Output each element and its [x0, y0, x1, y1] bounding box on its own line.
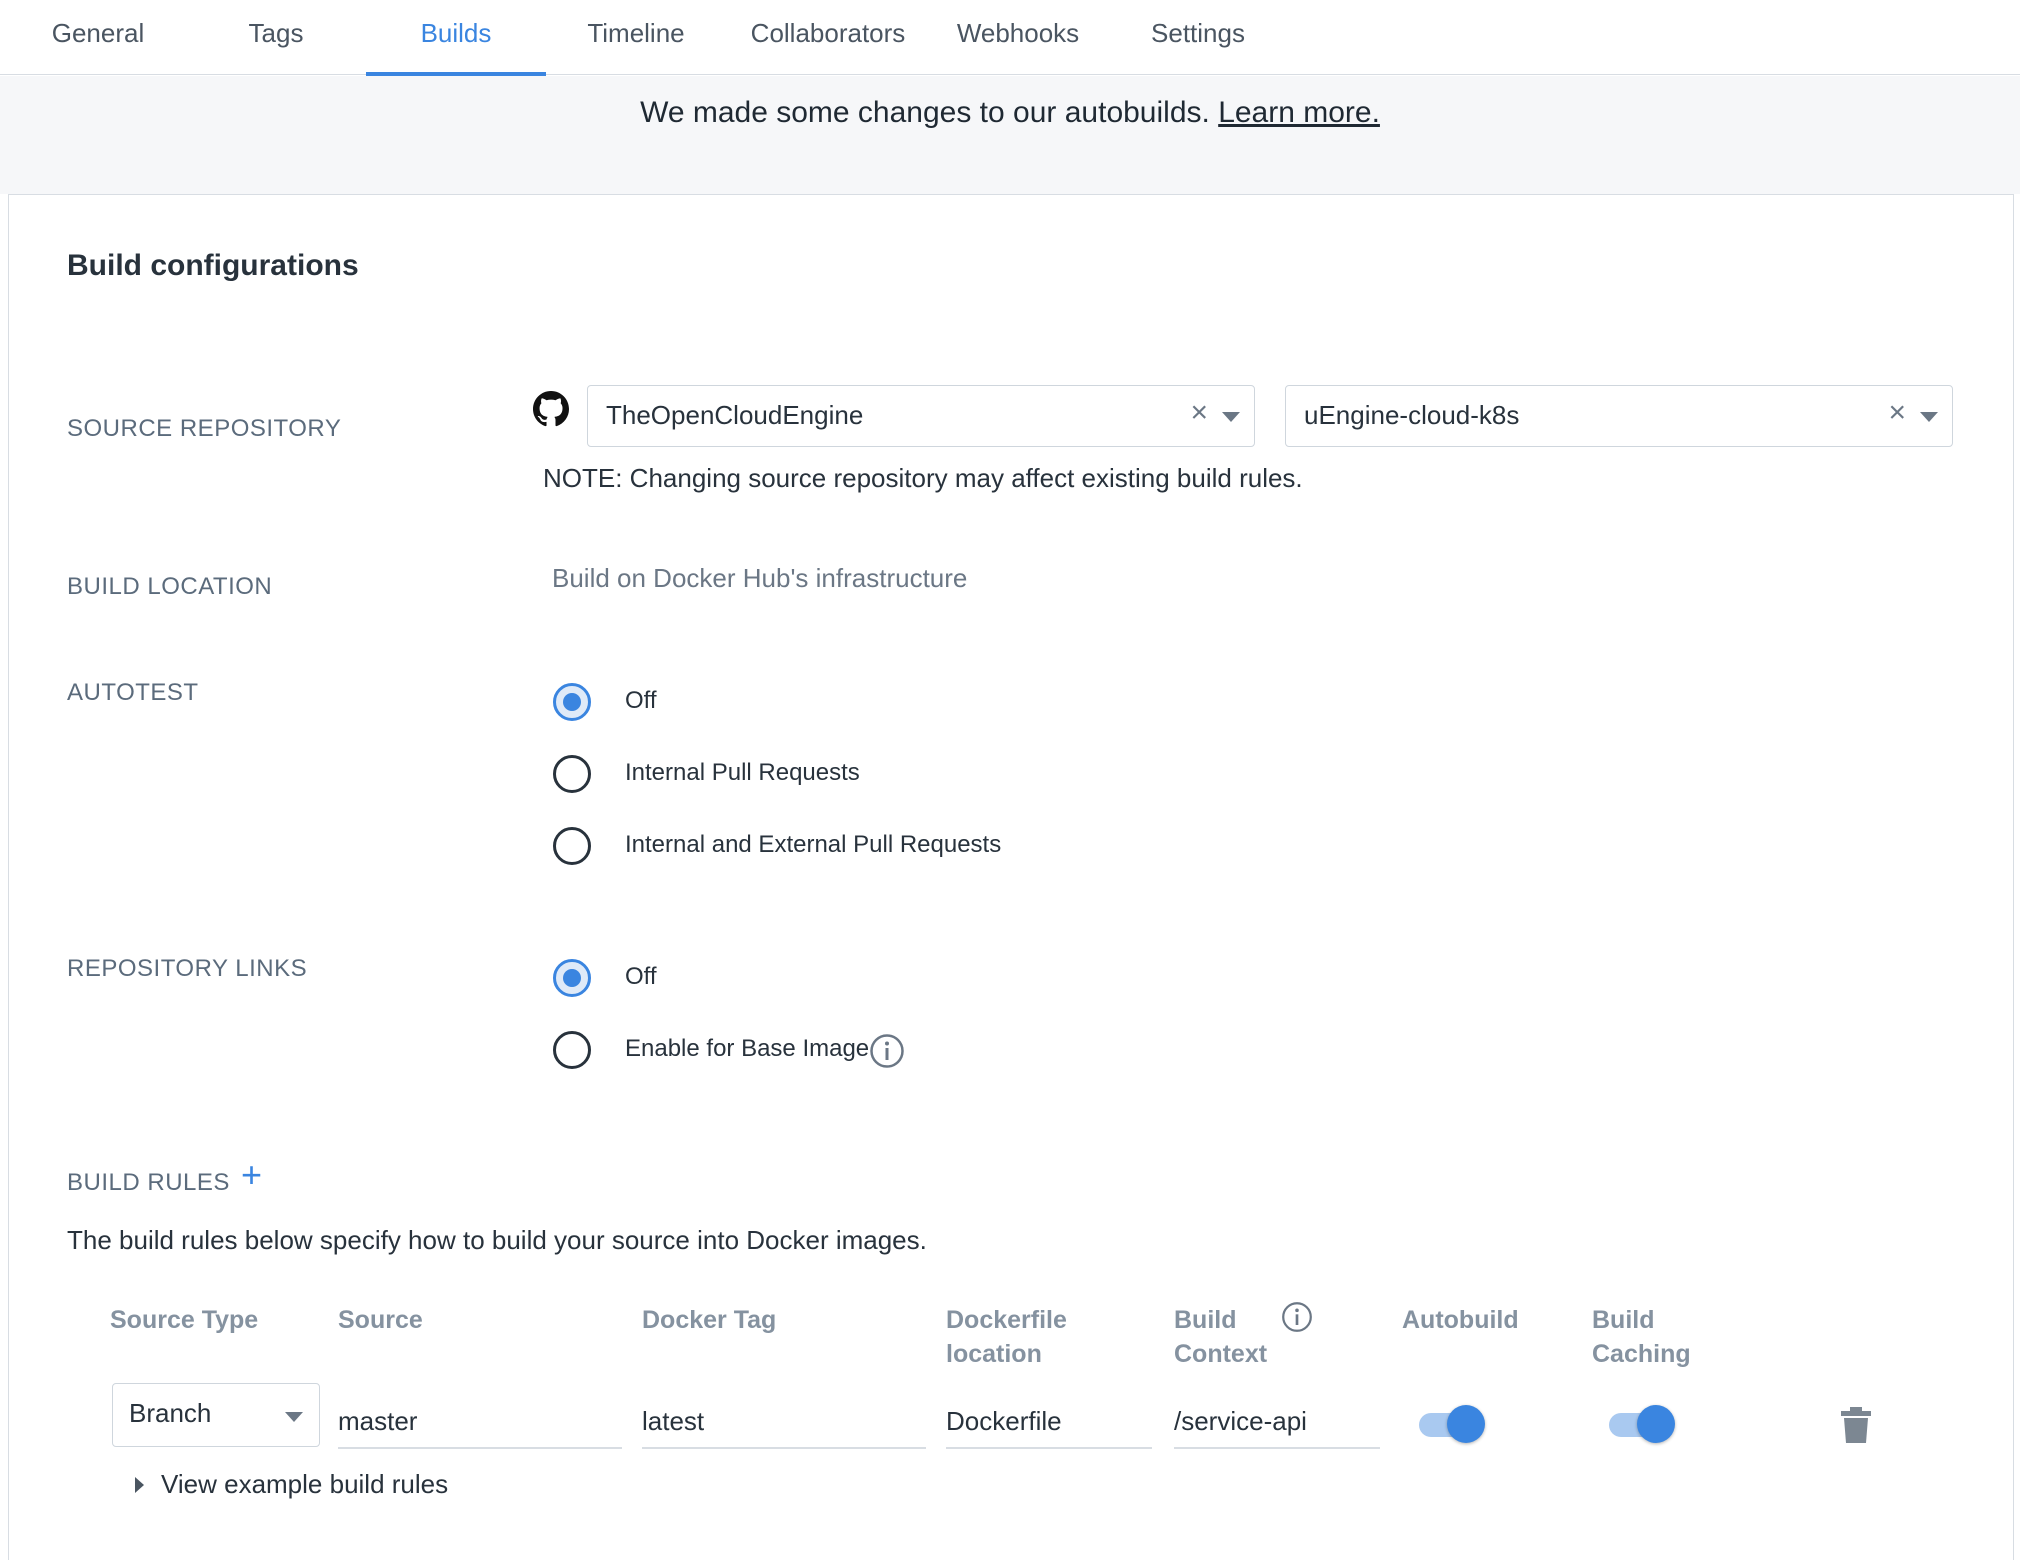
announcement-banner: We made some changes to our autobuilds. … — [0, 76, 2020, 194]
autobuild-toggle[interactable] — [1419, 1405, 1485, 1445]
tab-collaborators[interactable]: Collaborators — [740, 0, 916, 75]
radio-label: Enable for Base Image — [625, 1035, 870, 1062]
caret-down-icon[interactable] — [1222, 412, 1240, 422]
toggle-knob — [1637, 1405, 1675, 1443]
tab-tags[interactable]: Tags — [220, 0, 332, 75]
header-source: Source — [338, 1306, 423, 1334]
radio-button[interactable] — [553, 827, 591, 865]
radio-label: Off — [625, 687, 657, 714]
radio-button[interactable] — [553, 755, 591, 793]
docker-tag-input[interactable] — [642, 1395, 926, 1449]
header-source-type: Source Type — [110, 1306, 259, 1334]
banner-text: We made some changes to our autobuilds. — [640, 96, 1210, 129]
header-text: Context — [1174, 1340, 1268, 1368]
header-build-caching: Build Caching — [1592, 1303, 1691, 1371]
card-title: Build configurations — [67, 249, 359, 282]
repository-links-label: REPOSITORY LINKS — [67, 955, 308, 982]
caret-right-icon — [135, 1477, 144, 1493]
radio-label: Internal Pull Requests — [625, 759, 860, 786]
info-icon[interactable] — [869, 1033, 905, 1069]
tab-general[interactable]: General — [38, 0, 158, 75]
tab-settings[interactable]: Settings — [1142, 0, 1254, 75]
plus-icon[interactable]: + — [241, 1157, 262, 1193]
radio-button[interactable] — [553, 683, 591, 721]
banner-message: We made some changes to our autobuilds. … — [0, 96, 2020, 130]
repository-select[interactable]: uEngine-cloud-k8s × — [1285, 385, 1953, 447]
tab-webhooks[interactable]: Webhooks — [950, 0, 1086, 75]
close-icon[interactable]: × — [1888, 396, 1906, 430]
tab-timeline[interactable]: Timeline — [578, 0, 694, 75]
header-build-context: Build Context — [1174, 1303, 1267, 1371]
header-docker-tag: Docker Tag — [642, 1306, 777, 1334]
tab-bar: General Tags Builds Timeline Collaborato… — [0, 0, 2020, 76]
build-location-label: BUILD LOCATION — [67, 573, 273, 600]
build-rules-label: BUILD RULES — [67, 1169, 230, 1196]
organization-select[interactable]: TheOpenCloudEngine × — [587, 385, 1255, 447]
header-text: Build — [1592, 1306, 1655, 1334]
source-type-value: Branch — [129, 1398, 212, 1428]
trash-icon[interactable] — [1841, 1407, 1871, 1443]
build-caching-toggle[interactable] — [1609, 1405, 1675, 1445]
header-text: location — [946, 1340, 1042, 1368]
autotest-label: AUTOTEST — [67, 679, 199, 706]
header-text: Build — [1174, 1306, 1237, 1334]
toggle-knob — [1447, 1405, 1485, 1443]
header-autobuild: Autobuild — [1402, 1306, 1519, 1334]
view-examples-label: View example build rules — [161, 1469, 449, 1499]
header-text: Dockerfile — [946, 1306, 1067, 1334]
learn-more-link[interactable]: Learn more. — [1218, 96, 1380, 129]
source-repository-label: SOURCE REPOSITORY — [67, 415, 342, 442]
radio-button[interactable] — [553, 959, 591, 997]
radio-label: Off — [625, 963, 657, 990]
info-icon[interactable] — [1281, 1301, 1313, 1333]
close-icon[interactable]: × — [1190, 396, 1208, 430]
caret-down-icon[interactable] — [285, 1412, 303, 1422]
source-input[interactable] — [338, 1395, 622, 1449]
build-rules-description: The build rules below specify how to bui… — [67, 1225, 927, 1255]
tab-builds[interactable]: Builds — [366, 0, 546, 76]
build-location-value: Build on Docker Hub's infrastructure — [552, 563, 968, 593]
dockerfile-location-input[interactable] — [946, 1395, 1152, 1449]
organization-value: TheOpenCloudEngine — [606, 400, 864, 430]
radio-button[interactable] — [553, 1031, 591, 1069]
source-type-select[interactable]: Branch — [112, 1383, 320, 1447]
build-configurations-card: Build configurations SOURCE REPOSITORY T… — [8, 194, 2014, 1560]
repository-value: uEngine-cloud-k8s — [1304, 400, 1520, 430]
github-icon — [533, 391, 569, 427]
caret-down-icon[interactable] — [1920, 412, 1938, 422]
source-repository-note: NOTE: Changing source repository may aff… — [543, 463, 1303, 493]
header-dockerfile-location: Dockerfile location — [946, 1303, 1067, 1371]
build-context-input[interactable] — [1174, 1395, 1380, 1449]
header-text: Caching — [1592, 1340, 1691, 1368]
radio-label: Internal and External Pull Requests — [625, 831, 1002, 858]
